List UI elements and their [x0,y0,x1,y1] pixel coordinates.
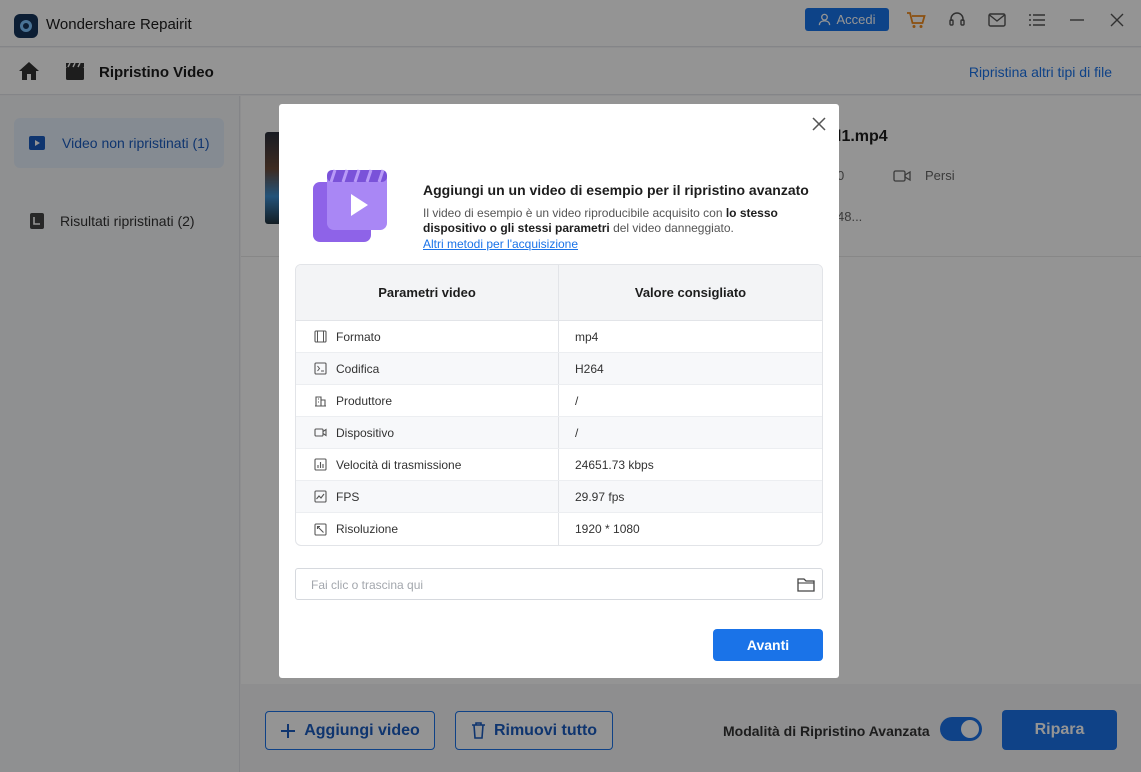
param-name: Dispositivo [336,425,395,440]
parameters-table: Parametri video Valore consigliato Forma… [295,264,823,546]
next-button[interactable]: Avanti [713,629,823,661]
table-row: Produttore / [296,385,822,417]
folder-icon[interactable] [797,577,815,592]
param-name: FPS [336,489,360,504]
bitrate-icon [314,458,327,471]
table-row: Velocità di trasmissione 24651.73 kbps [296,449,822,481]
param-value: 24651.73 kbps [575,457,654,472]
param-value: 29.97 fps [575,489,625,504]
param-value: / [575,425,579,440]
param-value: mp4 [575,329,599,344]
column-header-param: Parametri video [296,265,559,320]
table-header: Parametri video Valore consigliato [296,265,822,321]
device-icon [314,428,327,437]
desc-text-1: Il video di esempio è un video riproduci… [423,206,726,220]
dialog-description: Il video di esempio è un video riproduci… [423,206,803,236]
table-row: Codifica H264 [296,353,822,385]
table-row: FPS 29.97 fps [296,481,822,513]
sample-file-dropzone[interactable]: Fai clic o trascina qui [295,568,823,600]
table-row: Dispositivo / [296,417,822,449]
param-value: H264 [575,361,604,376]
table-row: Risoluzione 1920 * 1080 [296,513,822,545]
dialog-title: Aggiungi un un video di esempio per il r… [423,182,809,198]
dropzone-placeholder: Fai clic o trascina qui [311,578,424,592]
producer-icon [315,396,326,407]
param-value: / [575,393,579,408]
param-name: Risoluzione [336,522,399,536]
param-name: Velocità di trasmissione [336,457,462,472]
fps-icon [314,490,327,503]
format-icon [314,330,327,343]
param-name: Produttore [336,393,393,408]
param-value: 1920 * 1080 [575,522,640,536]
table-row: Formato mp4 [296,321,822,353]
video-clip-illustration-icon [313,169,387,242]
column-header-value: Valore consigliato [634,285,747,300]
sample-video-dialog: Aggiungi un un video di esempio per il r… [279,104,839,678]
param-name: Formato [336,329,381,344]
codec-icon [314,362,327,375]
resolution-icon [314,522,327,536]
param-name: Codifica [336,361,380,376]
desc-text-2: del video danneggiato. [609,221,734,235]
close-icon[interactable] [811,116,827,132]
other-methods-link[interactable]: Altri metodi per l'acquisizione [423,237,578,251]
